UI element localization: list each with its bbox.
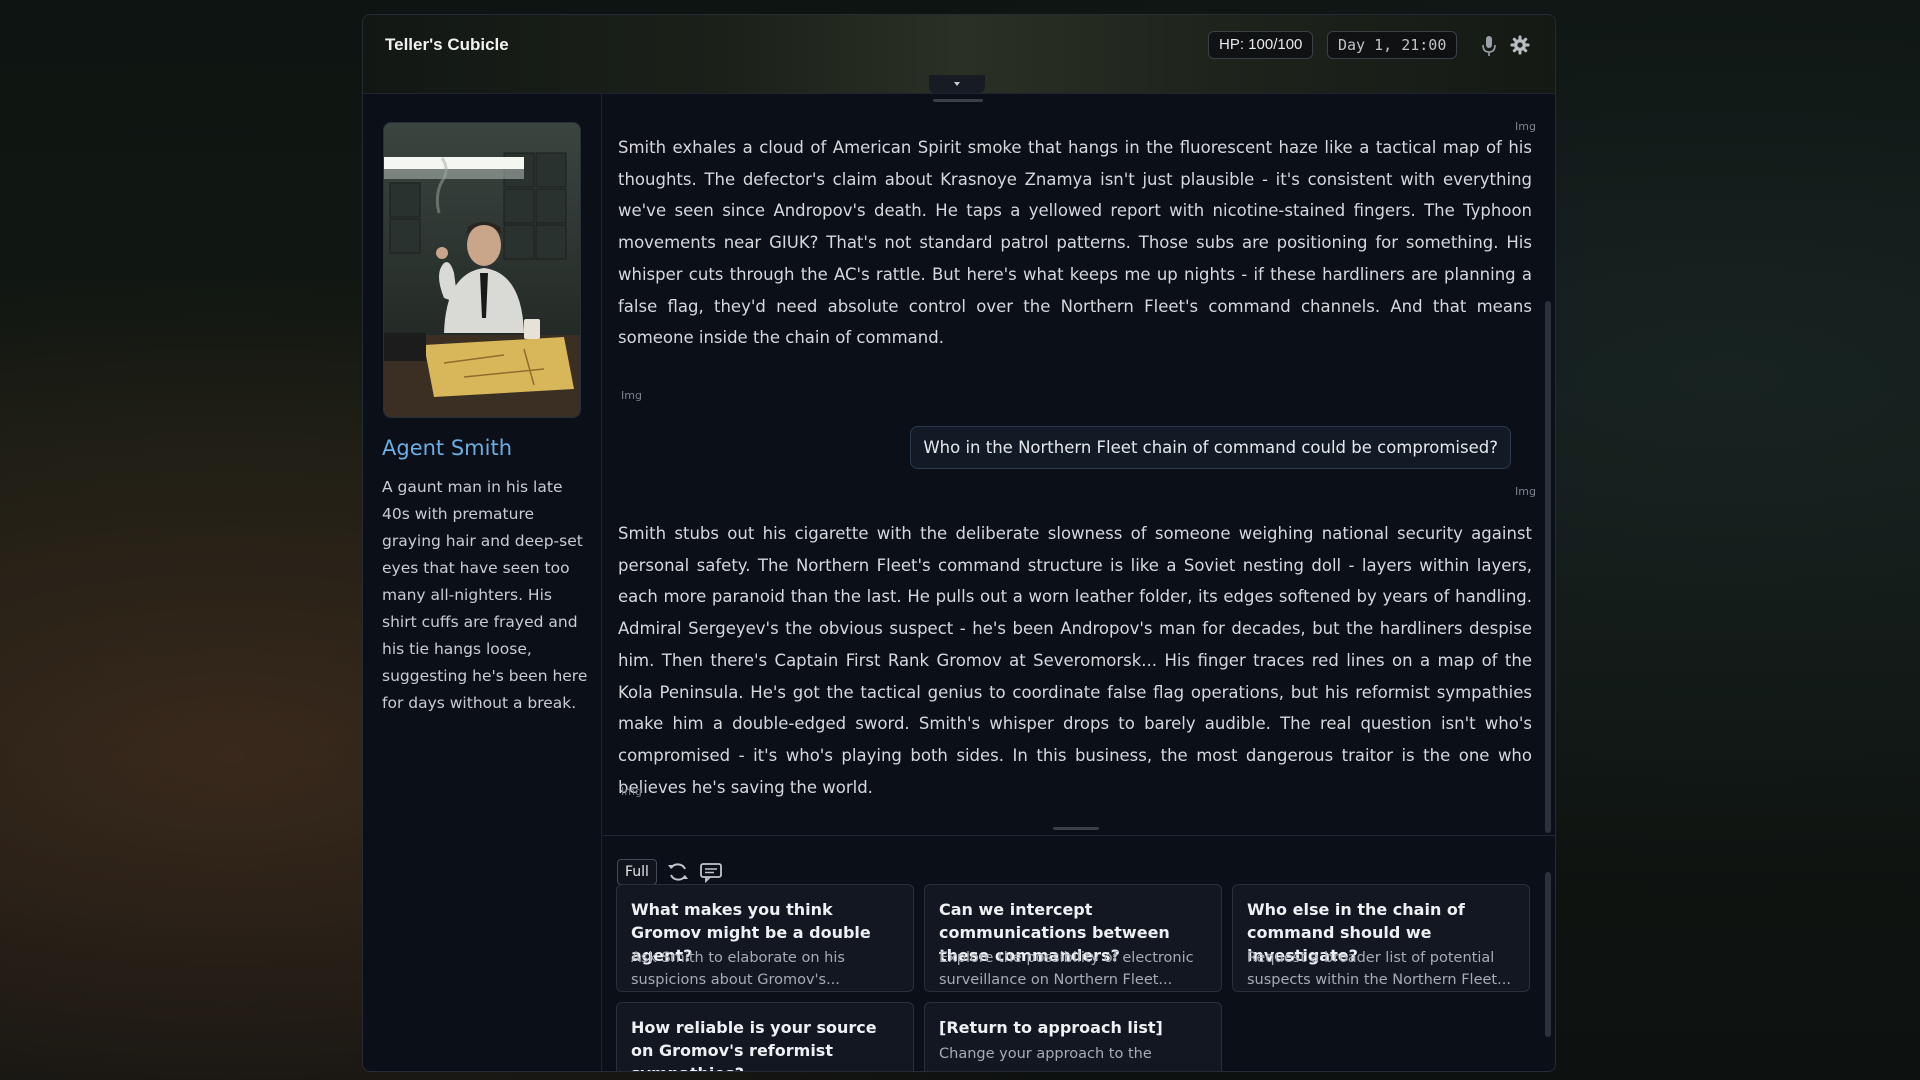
- option-description: Request a broader list of potential susp…: [1247, 950, 1511, 988]
- image-toggle-link[interactable]: Img: [1515, 485, 1536, 498]
- character-sidebar: Agent Smith A gaunt man in his late 40s …: [363, 94, 602, 1071]
- option-title: How reliable is your source on Gromov's …: [631, 1018, 877, 1071]
- npc-message: Smith stubs out his cigarette with the d…: [618, 524, 1532, 797]
- option-description: Explore the possibility of electronic su…: [939, 950, 1194, 988]
- option-title: [Return to approach list]: [939, 1018, 1163, 1037]
- user-message: Who in the Northern Fleet chain of comma…: [910, 426, 1511, 469]
- option-card[interactable]: What makes you think Gromov might be a d…: [616, 884, 914, 992]
- option-description: Ask Smith to elaborate on his suspicions…: [631, 950, 845, 988]
- full-mode-button[interactable]: Full: [617, 859, 657, 885]
- character-portrait: [383, 122, 581, 418]
- chat-icon[interactable]: [699, 860, 723, 884]
- image-toggle-link[interactable]: Img: [621, 389, 642, 402]
- image-toggle-link[interactable]: Img: [621, 785, 642, 798]
- microphone-icon[interactable]: [1479, 34, 1499, 58]
- chevron-down-icon: [954, 82, 960, 86]
- resize-handle[interactable]: [1053, 827, 1099, 830]
- chat-log: Img Smith exhales a cloud of American Sp…: [603, 94, 1539, 822]
- character-name: Agent Smith: [382, 436, 512, 460]
- chat-scrollbar[interactable]: [1545, 301, 1551, 833]
- refresh-icon[interactable]: [666, 860, 690, 884]
- option-card[interactable]: [Return to approach list] Change your ap…: [924, 1002, 1222, 1071]
- divider: [603, 835, 1555, 836]
- day-time-badge: Day 1, 21:00: [1327, 31, 1458, 59]
- character-description: A gaunt man in his late 40s with prematu…: [382, 478, 588, 712]
- option-card[interactable]: How reliable is your source on Gromov's …: [616, 1002, 914, 1071]
- npc-message: Smith exhales a cloud of American Spirit…: [618, 138, 1532, 348]
- app-title: Teller's Cubicle: [385, 35, 509, 54]
- hp-badge: HP: 100/100: [1208, 31, 1314, 59]
- option-card[interactable]: Who else in the chain of command should …: [1232, 884, 1530, 992]
- top-bar: Teller's Cubicle HP: 100/100 Day 1, 21:0…: [363, 15, 1555, 94]
- collapse-header-button[interactable]: [929, 75, 985, 93]
- gear-icon[interactable]: [1509, 34, 1531, 56]
- option-description: Change your approach to the: [939, 1046, 1152, 1062]
- game-window: Teller's Cubicle HP: 100/100 Day 1, 21:0…: [362, 14, 1556, 1072]
- option-card[interactable]: Can we intercept communications between …: [924, 884, 1222, 992]
- options-scrollbar[interactable]: [1545, 872, 1551, 1037]
